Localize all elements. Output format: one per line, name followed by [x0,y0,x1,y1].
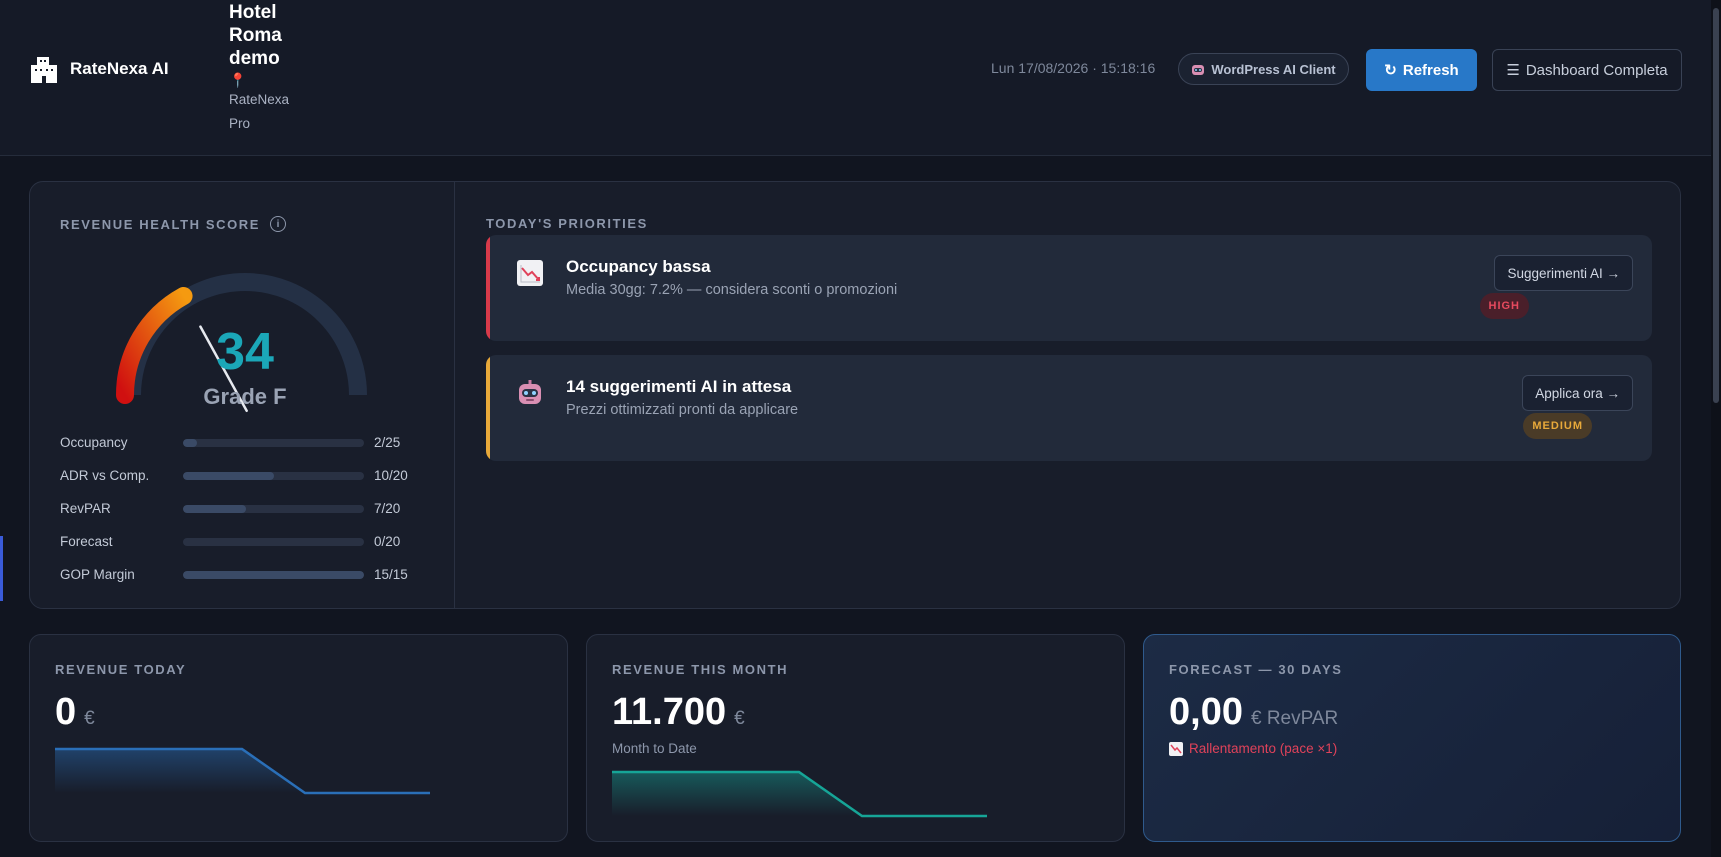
kpi-value: 11.700 [612,691,727,733]
metric-value: 15/15 [374,567,408,582]
hotel-name: Hotel Roma demo [229,2,282,69]
menu-icon: ☰ [1506,62,1520,79]
priority-card-occupancy: Occupancy bassa Media 30gg: 7.2% — consi… [486,235,1652,341]
refresh-icon: ↻ [1384,62,1397,79]
metric-value: 7/20 [374,501,401,516]
edge-marker [0,536,3,601]
kpi-value-row: 0 € [55,691,95,734]
metric-fill [183,504,247,513]
robot-icon [519,380,541,404]
kpi-value: 0,00 [1169,691,1243,733]
wordpress-ai-client-label: WordPress AI Client [1211,61,1336,77]
kpi-value-row: 11.700 € [612,691,745,734]
dashboard-label: Dashboard Completa [1525,61,1668,79]
priority-card-ai-suggestions: 14 suggerimenti AI in attesa Prezzi otti… [486,355,1652,461]
priority-badge-high: HIGH [1479,293,1529,319]
plan-label: RateNexa Pro [229,92,290,131]
brand[interactable]: RateNexa AI [28,53,169,85]
priority-title: 14 suggerimenti AI in attesa [566,377,792,396]
metric-row: ADR vs Comp. 10/20 [60,459,430,492]
robot-icon [1192,65,1205,75]
applica-ora-button[interactable]: Applica ora → [1522,375,1633,411]
current-datetime: Lun 17/08/2026 · 15:18:16 [991,60,1156,76]
priority-badge-medium: MEDIUM [1523,413,1592,439]
metric-label: RevPAR [60,501,111,516]
chart-down-icon [1169,741,1183,756]
metric-bar [183,537,364,546]
metric-label: Forecast [60,534,113,549]
scrollbar-thumb[interactable] [1713,8,1719,403]
location-pin-icon: 📍 [229,72,247,88]
metric-fill [183,471,274,480]
sparkline-area [55,749,305,793]
page-scrollbar[interactable] [1711,0,1721,857]
forecast-trend-label: Rallentamento (pace ×1) [1189,741,1338,756]
kpi-title: FORECAST — 30 DAYS [1169,662,1343,677]
kpi-revenue-month: REVENUE THIS MONTH 11.700 € Month to Dat… [586,634,1125,842]
kpi-unit: € [734,708,745,729]
metric-row: GOP Margin 15/15 [60,558,430,591]
revenue-month-sparkline [612,770,987,818]
health-gauge: 34 Grade F [115,270,375,420]
sparkline-area [612,772,862,816]
suggerimenti-ai-button[interactable]: Suggerimenti AI → [1494,255,1633,291]
metric-row: Occupancy 2/25 [60,426,430,459]
health-grade: Grade F [203,384,287,409]
metric-bar [183,504,364,513]
metric-bar [183,471,364,480]
hotel-building-icon [31,57,57,83]
priority-subtitle: Prezzi ottimizzati pronti da applicare [566,402,799,418]
metric-value: 10/20 [374,468,408,483]
health-metrics: Occupancy 2/25 ADR vs Comp. 10/20 RevPAR… [60,426,430,591]
metric-label: Occupancy [60,435,128,450]
kpi-subtitle: Month to Date [612,741,697,756]
metric-label: ADR vs Comp. [60,468,150,483]
health-score-title: REVENUE HEALTH SCORE [60,216,261,232]
metric-row: Forecast 0/20 [60,525,430,558]
priority-title: Occupancy bassa [566,257,711,276]
priorities-title: TODAY'S PRIORITIES [486,216,648,231]
chart-down-icon [517,260,543,286]
wordpress-ai-client-chip[interactable]: WordPress AI Client [1178,53,1349,85]
metric-bar [183,570,364,579]
info-icon[interactable]: i [270,216,287,232]
forecast-trend: Rallentamento (pace ×1) [1169,741,1337,756]
top-header: RateNexa AI Hotel Roma demo 📍 RateNexa P… [0,0,1711,156]
kpi-revenue-today: REVENUE TODAY 0 € [29,634,568,842]
priority-subtitle: Media 30gg: 7.2% — considera sconti o pr… [566,282,898,298]
kpi-value: 0 [55,691,77,733]
kpi-unit: € [84,708,95,729]
hotel-info: Hotel Roma demo 📍 RateNexa Pro [229,0,299,136]
brand-name: RateNexa AI [70,59,169,78]
kpi-title: REVENUE TODAY [55,662,187,677]
metric-row: RevPAR 7/20 [60,492,430,525]
kpi-forecast-30-days: FORECAST — 30 DAYS 0,00 € RevPAR Rallent… [1143,634,1681,842]
priority-accent [486,355,490,461]
overview-panel: REVENUE HEALTH SCORE i 34 Grade F Occupa… [29,181,1681,609]
health-score-header: REVENUE HEALTH SCORE i [60,216,287,232]
panel-divider [454,182,455,608]
metric-label: GOP Margin [60,567,135,582]
metric-bar [183,438,364,447]
priority-accent [486,235,490,341]
refresh-label: Refresh [1402,61,1459,79]
revenue-today-sparkline [55,747,430,795]
kpi-title: REVENUE THIS MONTH [612,662,789,677]
dashboard-completa-button[interactable]: ☰ Dashboard Completa [1492,49,1682,91]
health-score-value: 34 [216,323,274,381]
metric-fill [183,438,198,447]
metric-value: 0/20 [374,534,401,549]
refresh-button[interactable]: ↻ Refresh [1366,49,1477,91]
metric-value: 2/25 [374,435,401,450]
kpi-unit: € RevPAR [1250,708,1339,729]
metric-fill [183,570,364,579]
kpi-value-row: 0,00 € RevPAR [1169,691,1338,734]
